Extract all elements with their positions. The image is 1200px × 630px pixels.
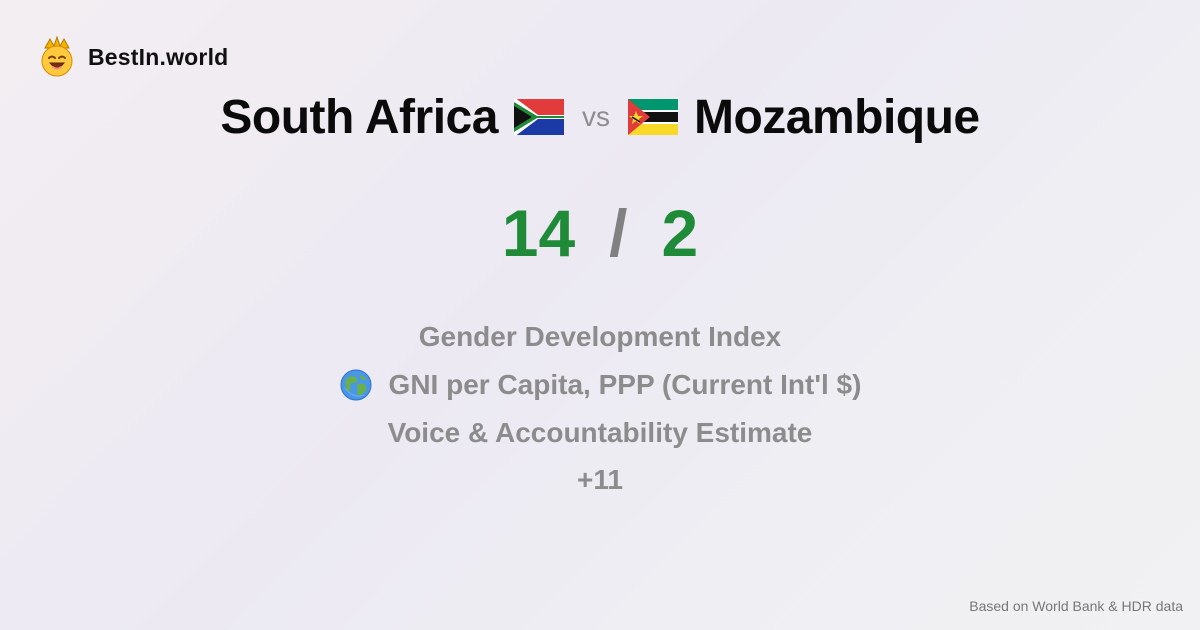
crown-smiley-icon: [41, 36, 73, 77]
left-score: 14: [501, 196, 576, 270]
metric-label: Gender Development Index: [418, 321, 782, 352]
metric-label: GNI per Capita, PPP (Current Int'l $): [388, 369, 862, 400]
metric-item: Gender Development Index: [419, 313, 782, 361]
brand-name[interactable]: BestIn.world: [88, 44, 228, 71]
right-score: 2: [661, 196, 699, 270]
mozambique-flag-icon: [627, 99, 678, 135]
score-comparison: 14 / 2: [0, 196, 1200, 270]
brand[interactable]: BestIn.world: [38, 36, 228, 78]
data-source-note: Based on World Bank & HDR data: [969, 598, 1183, 614]
left-country-name: South Africa: [220, 90, 498, 144]
score-separator: /: [609, 196, 628, 270]
globe-icon: [340, 369, 372, 401]
more-metrics-count: +11: [577, 464, 623, 495]
metric-item: GNI per Capita, PPP (Current Int'l $): [339, 361, 862, 409]
vs-label: vs: [581, 101, 610, 132]
metric-item: Voice & Accountability Estimate: [388, 409, 813, 457]
right-country-name: Mozambique: [693, 90, 980, 144]
south-africa-flag-icon: [513, 99, 564, 135]
comparison-title: South Africa vs Mozambique: [0, 86, 1200, 148]
metric-list: Gender Development Index GNI per Capita,…: [0, 313, 1200, 503]
metric-label: Voice & Accountability Estimate: [387, 417, 813, 448]
